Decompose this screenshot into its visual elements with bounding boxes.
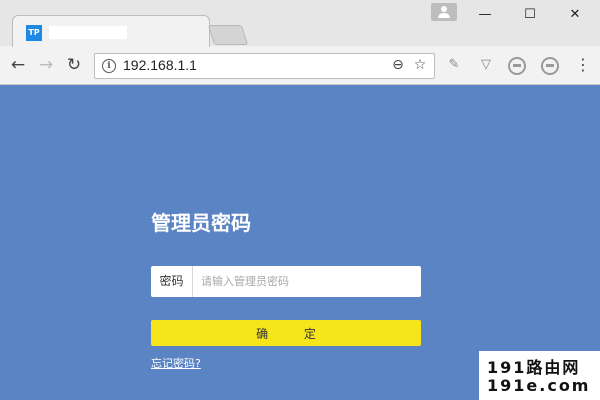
forward-button[interactable]: → <box>34 53 58 77</box>
extension-shield-icon[interactable]: ▽ <box>475 54 497 76</box>
minimize-button[interactable]: — <box>463 3 507 27</box>
password-input[interactable] <box>195 266 427 297</box>
watermark-logo: 191路由网 191e.com <box>479 351 600 400</box>
reload-button[interactable]: ↻ <box>62 53 86 77</box>
browser-toolbar: ← → ↻ i 192.168.1.1 ⊖ ☆ ✎ ▽ ⋮ <box>0 47 600 84</box>
back-button[interactable]: ← <box>6 53 30 77</box>
page-title: 管理员密码 <box>151 211 251 235</box>
watermark-line-1: 191路由网 <box>487 358 581 377</box>
browser-menu-icon[interactable]: ⋮ <box>574 53 592 77</box>
zoom-icon[interactable]: ⊖ <box>389 56 407 74</box>
url-text[interactable]: 192.168.1.1 <box>123 57 197 73</box>
close-window-button[interactable]: ✕ <box>553 3 597 27</box>
tp-link-favicon-icon: TP <box>26 25 42 41</box>
extension-blocker-2-icon[interactable] <box>541 57 559 75</box>
address-bar[interactable]: i 192.168.1.1 ⊖ ☆ <box>94 53 435 79</box>
password-label: 密码 <box>151 266 193 297</box>
browser-chrome: TP — ☐ ✕ ← → ↻ i 192.168.1.1 ⊖ ☆ ✎ ▽ ⋮ <box>0 0 600 85</box>
watermark-line-2: 191e.com <box>487 376 591 395</box>
site-info-icon[interactable]: i <box>102 59 116 73</box>
extension-blocker-icon[interactable] <box>508 57 526 75</box>
password-field-group: 密码 <box>151 266 427 297</box>
bookmark-star-icon[interactable]: ☆ <box>411 56 429 74</box>
tab-title-redacted <box>49 26 127 39</box>
tab-strip: TP — ☐ ✕ <box>0 0 600 47</box>
browser-tab[interactable]: TP <box>12 15 210 47</box>
maximize-button[interactable]: ☐ <box>508 3 552 27</box>
profile-icon[interactable] <box>431 3 457 21</box>
confirm-button[interactable]: 确 定 <box>151 320 421 346</box>
forgot-password-link[interactable]: 忘记密码? <box>151 355 201 371</box>
extension-feather-icon[interactable]: ✎ <box>443 54 465 76</box>
new-tab-button[interactable] <box>207 25 249 45</box>
